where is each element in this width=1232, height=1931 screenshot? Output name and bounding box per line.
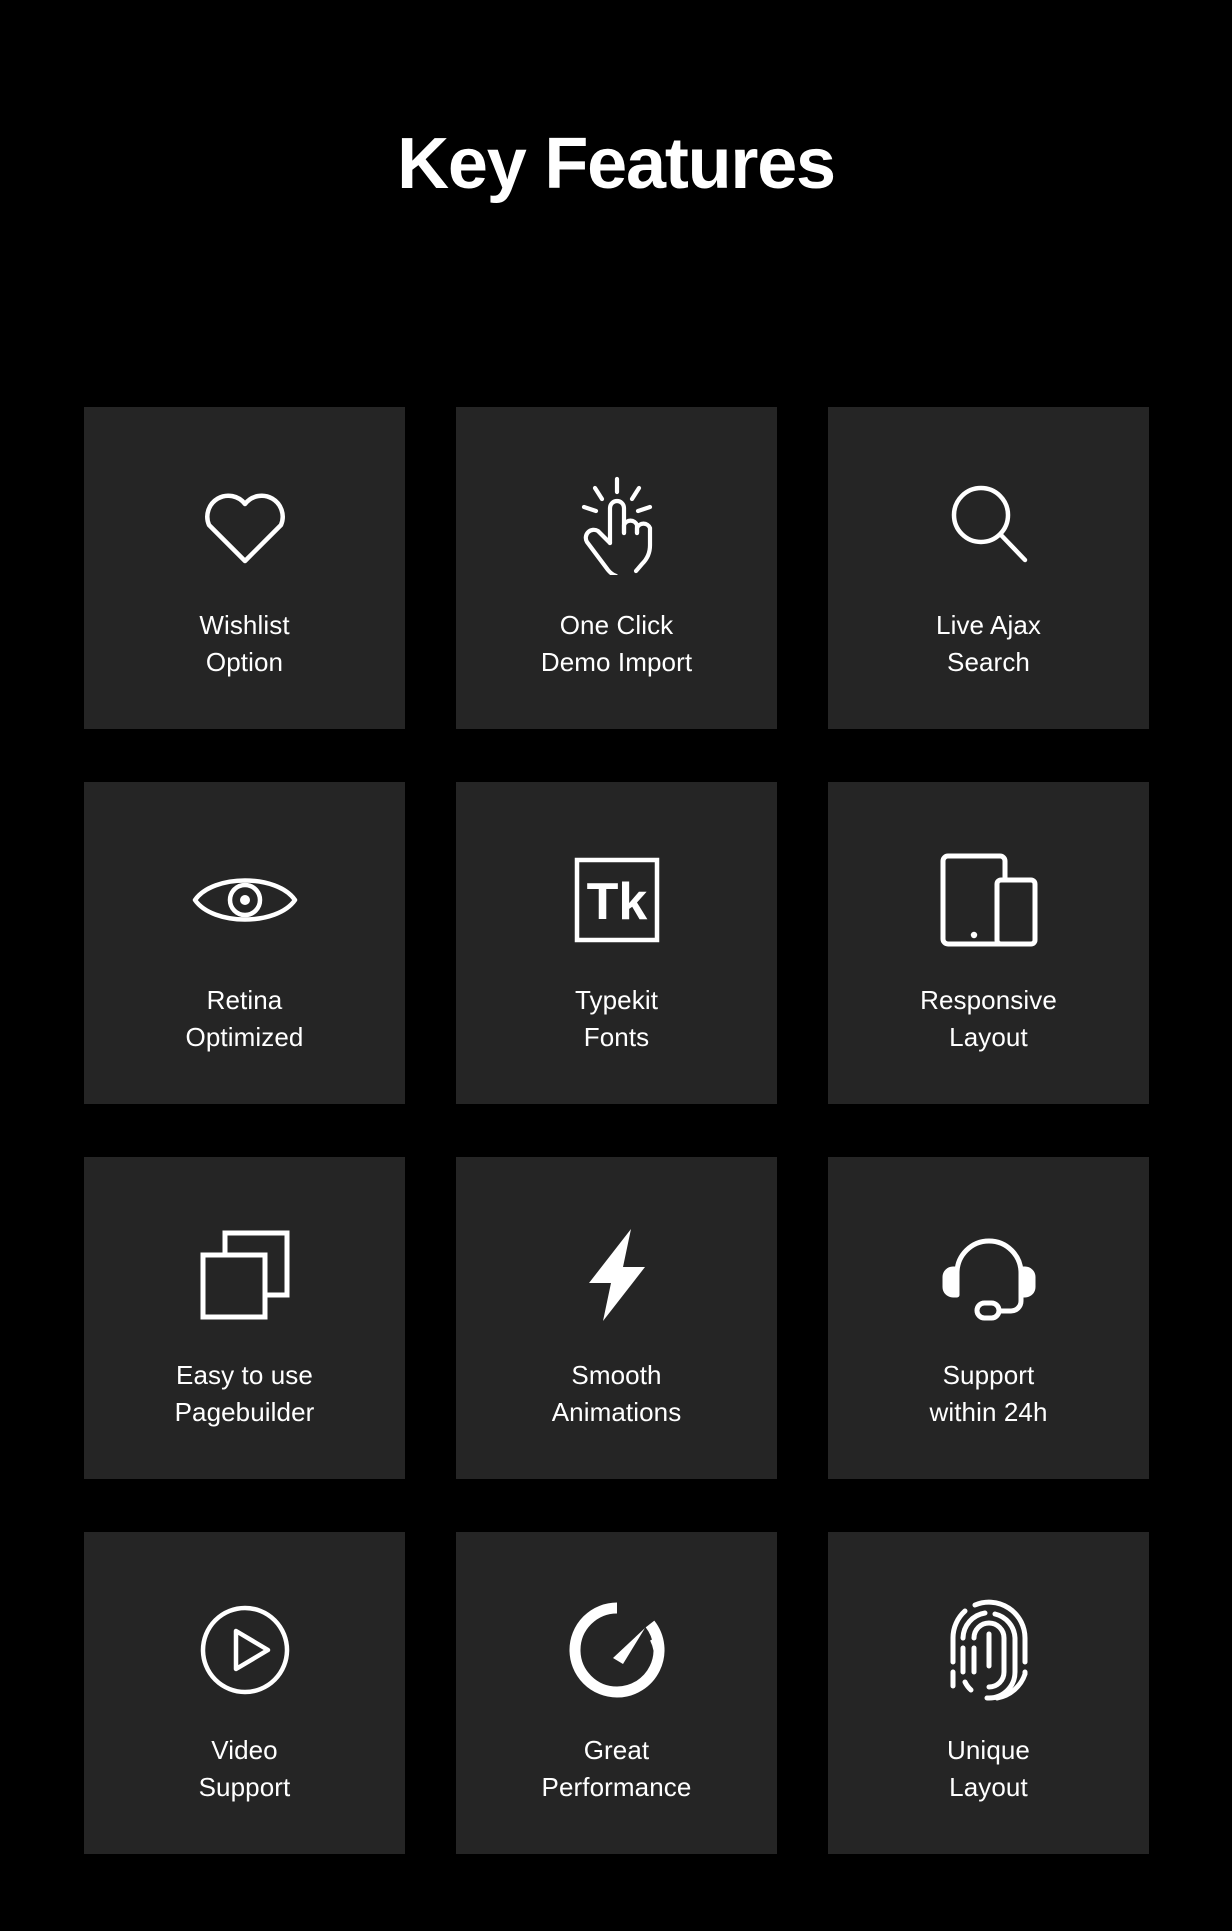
feature-label-line2: Layout [949,1021,1028,1052]
click-hand-icon [561,469,673,581]
feature-label-line1: Typekit [574,985,659,1015]
feature-label: Great Performance [542,1732,692,1806]
layers-icon [189,1219,301,1331]
feature-label-line1: Great [583,1735,650,1765]
feature-card-support-within-24h[interactable]: Support within 24h [828,1157,1149,1479]
feature-label-line1: Video [211,1735,278,1765]
feature-label: One Click Demo Import [541,607,692,681]
typekit-icon: Tk [561,844,673,956]
eye-icon [189,844,301,956]
feature-label: Smooth Animations [552,1357,682,1431]
lightning-bolt-icon [561,1219,673,1331]
feature-label-line2: Pagebuilder [174,1396,315,1427]
feature-label-line1: Easy to use [176,1360,313,1390]
feature-label: Unique Layout [947,1732,1030,1806]
feature-label-line1: Smooth [571,1360,662,1390]
devices-icon [933,844,1045,956]
feature-card-responsive-layout[interactable]: Responsive Layout [828,782,1149,1104]
feature-label: Responsive Layout [920,982,1057,1056]
feature-label-line2: within 24h [929,1396,1048,1427]
feature-label-line2: Search [947,646,1030,677]
feature-label-line1: Live Ajax [936,610,1041,640]
feature-label-line1: Responsive [920,985,1057,1015]
feature-card-retina-optimized[interactable]: Retina Optimized [84,782,405,1104]
search-icon [933,469,1045,581]
feature-label-line1: One Click [559,610,674,640]
feature-label: Live Ajax Search [936,607,1041,681]
feature-label-line2: Demo Import [540,646,693,677]
feature-label-line2: Fonts [583,1021,650,1052]
feature-label-line2: Performance [541,1771,692,1802]
feature-card-wishlist-option[interactable]: Wishlist Option [84,407,405,729]
feature-card-smooth-animations[interactable]: Smooth Animations [456,1157,777,1479]
feature-label-line2: Optimized [185,1021,304,1052]
feature-label-line2: Layout [949,1771,1028,1802]
svg-text:Tk: Tk [586,873,647,931]
feature-label-line2: Option [205,646,284,677]
play-circle-icon [189,1594,301,1706]
speedometer-icon [561,1594,673,1706]
feature-label-line1: Retina [206,985,283,1015]
feature-card-live-ajax-search[interactable]: Live Ajax Search [828,407,1149,729]
page-title: Key Features [397,124,836,204]
feature-label: Easy to use Pagebuilder [175,1357,315,1431]
feature-label-line2: Animations [551,1396,682,1427]
feature-label-line1: Support [942,1360,1035,1390]
feature-card-unique-layout[interactable]: Unique Layout [828,1532,1149,1854]
feature-label-line2: Support [198,1771,291,1802]
headset-icon [933,1219,1045,1331]
feature-card-great-performance[interactable]: Great Performance [456,1532,777,1854]
feature-label-line1: Wishlist [199,610,290,640]
key-features-page: Key Features Wishlist Option One Click D… [0,0,1232,1931]
feature-card-typekit-fonts[interactable]: Tk Typekit Fonts [456,782,777,1104]
fingerprint-icon [933,1594,1045,1706]
feature-label-line1: Unique [947,1735,1030,1765]
feature-card-easy-to-use-pagebuilder[interactable]: Easy to use Pagebuilder [84,1157,405,1479]
feature-card-video-support[interactable]: Video Support [84,1532,405,1854]
heart-icon [189,469,301,581]
feature-card-one-click-demo-import[interactable]: One Click Demo Import [456,407,777,729]
feature-label: Support within 24h [929,1357,1047,1431]
feature-label: Retina Optimized [186,982,304,1056]
feature-label: Typekit Fonts [575,982,658,1056]
feature-label: Wishlist Option [199,607,289,681]
feature-label: Video Support [199,1732,291,1806]
features-grid: Wishlist Option One Click Demo Import Li… [84,407,1149,1854]
